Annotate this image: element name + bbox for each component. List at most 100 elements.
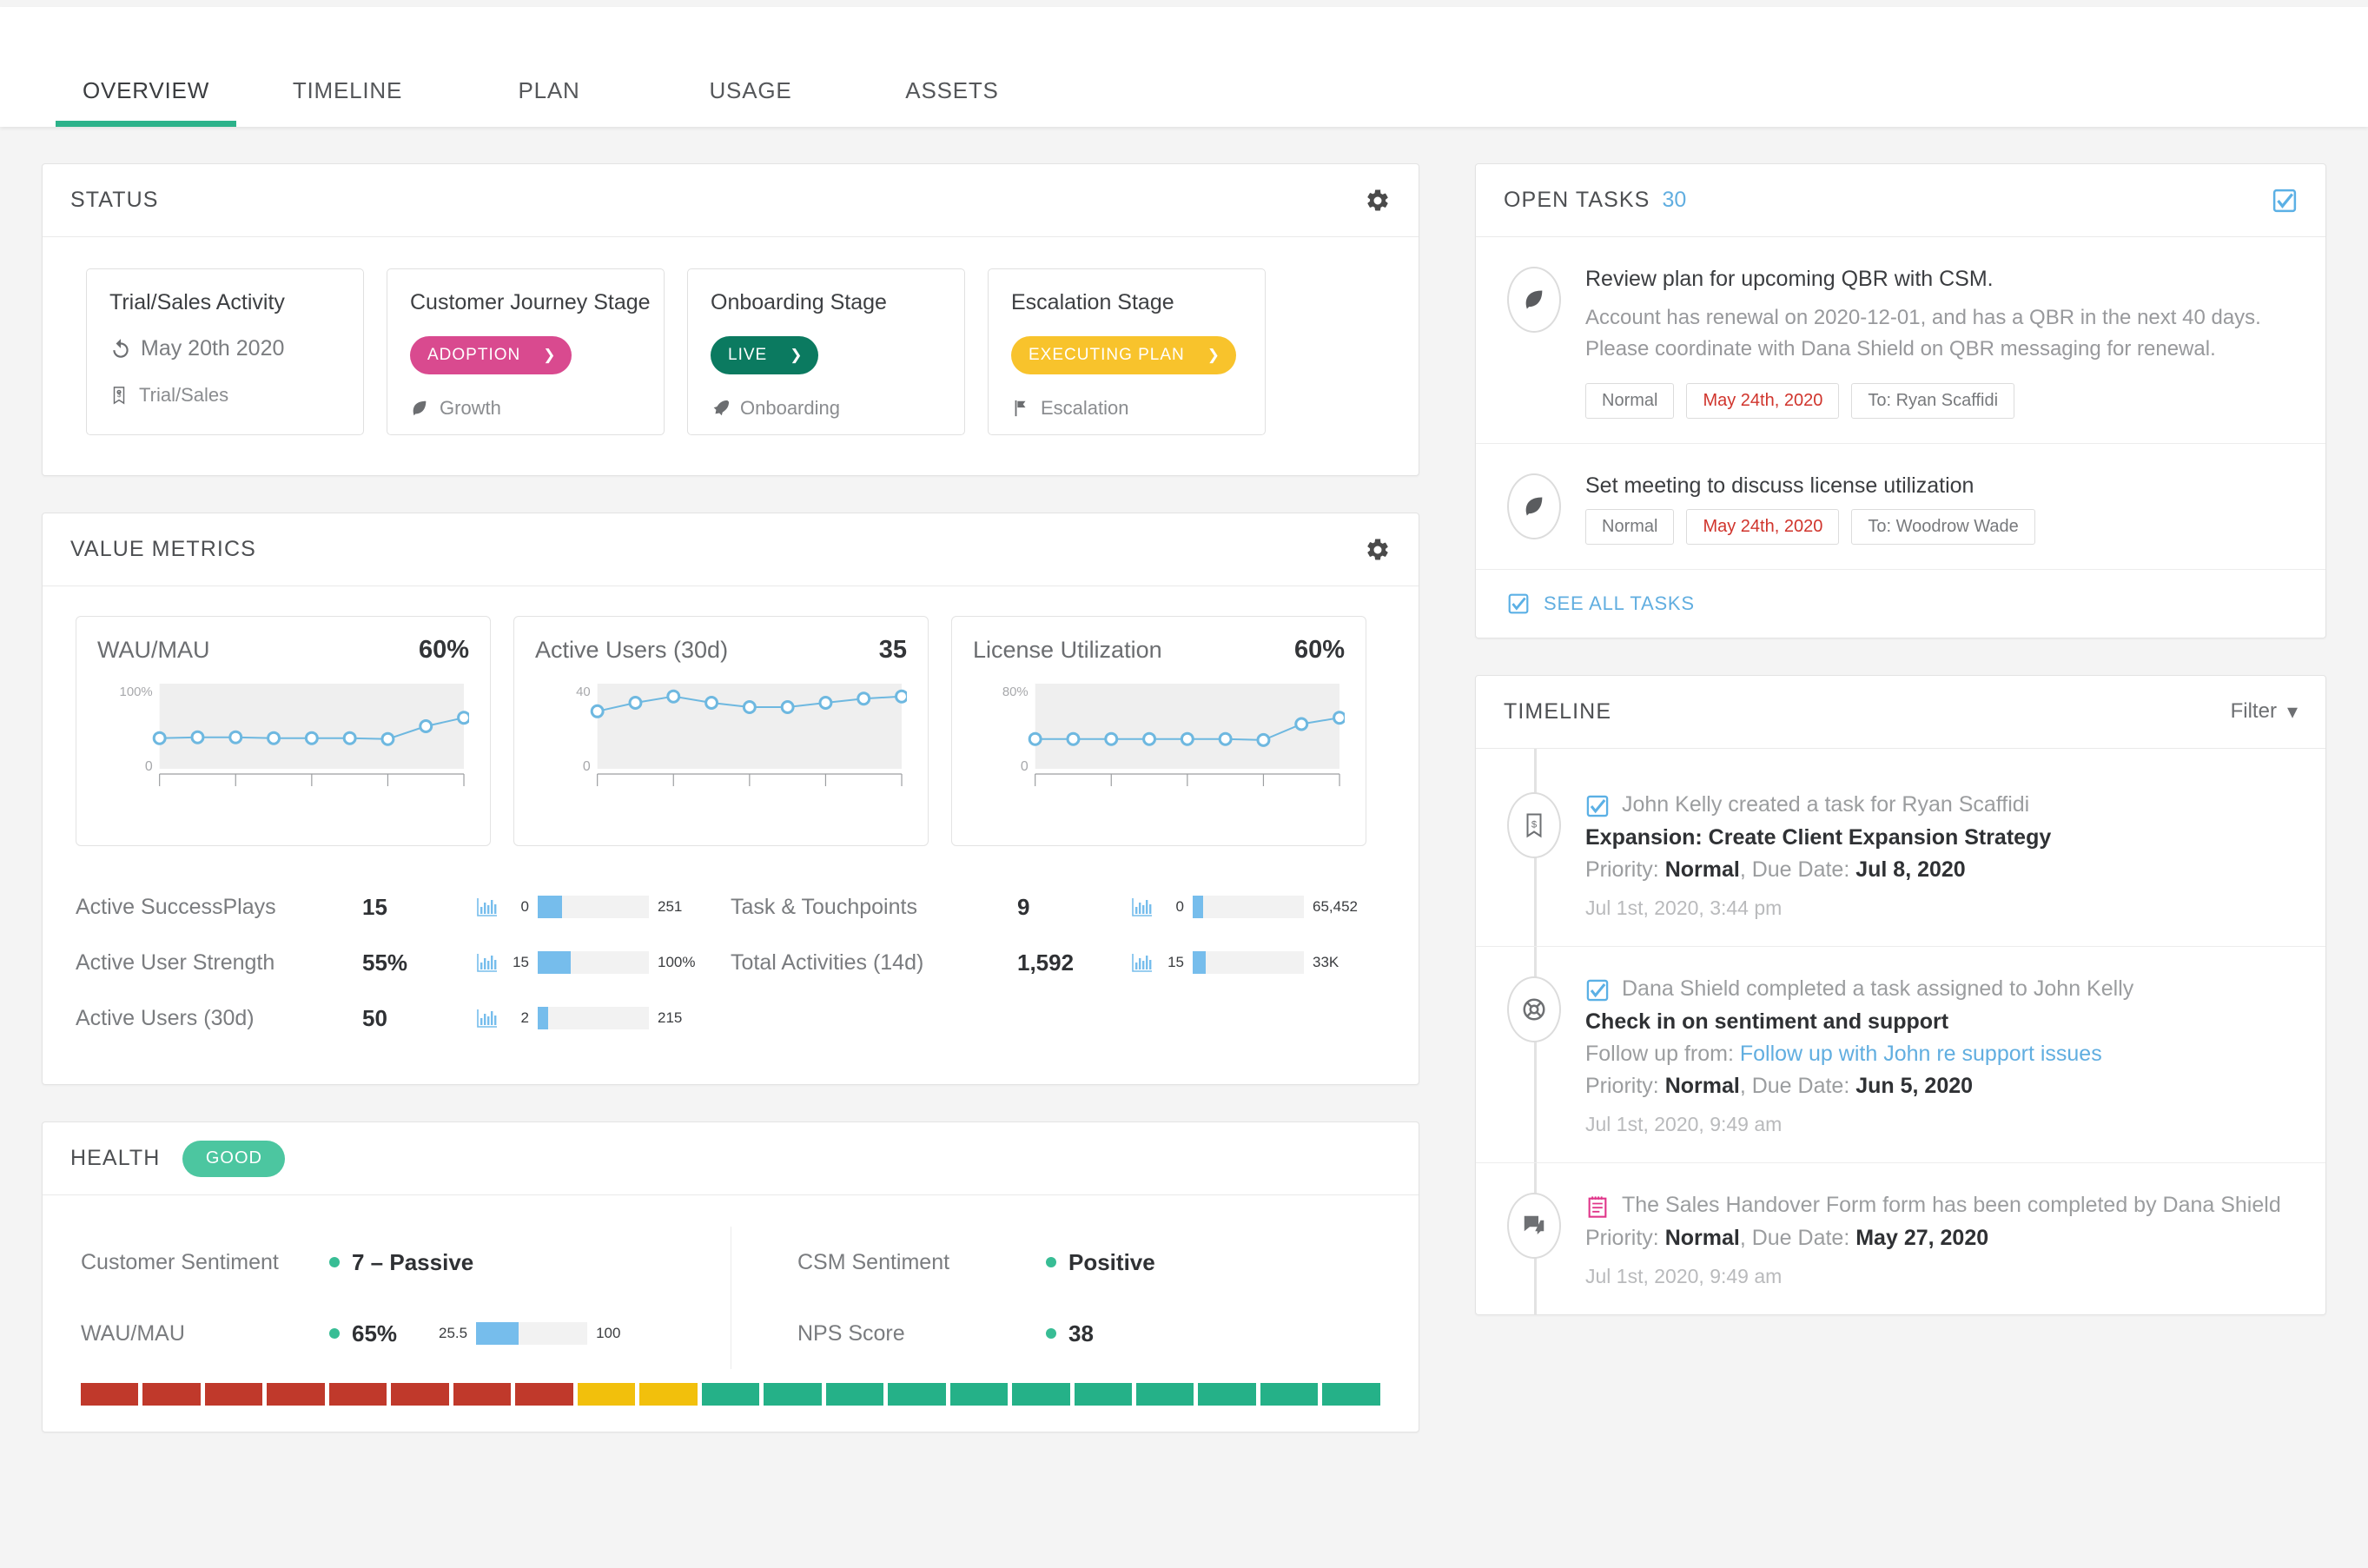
customer-journey-stage-dropdown[interactable]: ADOPTION ❯	[410, 336, 572, 374]
timeline-item-content: The Sales Handover Form form has been co…	[1585, 1193, 2294, 1288]
value-metrics-charts: WAU/MAU 60% 100% 0 Active Users (30d) 35 …	[76, 616, 1386, 846]
health-row-customer-sentiment: Customer Sentiment 7 – Passive	[81, 1227, 731, 1298]
bar-chart-icon[interactable]	[477, 1009, 498, 1028]
gear-icon[interactable]	[1365, 188, 1391, 214]
chevron-down-icon: ❯	[1207, 347, 1221, 363]
main-tabbar: OVERVIEW TIMELINE PLAN USAGE ASSETS	[0, 7, 2368, 127]
timeline-item[interactable]: $ John Kelly created a task for Ryan Scaf…	[1476, 763, 2325, 946]
value-metrics-body: WAU/MAU 60% 100% 0 Active Users (30d) 35 …	[43, 586, 1419, 1084]
task-description: Account has renewal on 2020-12-01, and h…	[1585, 306, 2261, 361]
svg-text:0: 0	[583, 759, 591, 774]
status-cards: Trial/Sales Activity May 20th 2020 $ Tri…	[43, 237, 1419, 475]
metric-gauge: 15 100%	[477, 951, 695, 974]
tab-usage[interactable]: USAGE	[650, 77, 851, 127]
chart-plot: 80% 0	[973, 672, 1345, 802]
status-card-onboarding: Onboarding Stage LIVE ❯ Onboarding	[687, 268, 965, 435]
tab-assets[interactable]: ASSETS	[851, 77, 1053, 127]
leaf-icon	[1507, 267, 1561, 333]
status-panel: STATUS Trial/Sales Activity May 20th 202…	[42, 163, 1419, 476]
pill-label: LIVE	[728, 346, 768, 364]
svg-text:0: 0	[145, 759, 153, 774]
value-metrics-panel: VALUE METRICS WAU/MAU 60% 100% 0 Active …	[42, 513, 1419, 1085]
health-row-wau-mau: WAU/MAU 65% 25.5 100	[81, 1298, 731, 1369]
timeline-item[interactable]: The Sales Handover Form form has been co…	[1476, 1161, 2325, 1314]
gauge-fill	[476, 1322, 519, 1345]
metric-value: 9	[1017, 893, 1030, 920]
timeline-item-priority: Normal	[1664, 1073, 1740, 1098]
health-column-left: Customer Sentiment 7 – Passive WAU/MAU 6…	[81, 1227, 731, 1369]
chart-active-users: Active Users (30d) 35 40 0	[513, 616, 929, 846]
health-row-value: Positive	[1068, 1248, 1155, 1275]
svg-text:$: $	[117, 391, 122, 399]
health-row-nps-score: NPS Score 38	[797, 1298, 1380, 1369]
health-bar-segment	[515, 1383, 573, 1406]
bar-chart-icon[interactable]	[1132, 953, 1153, 972]
tab-timeline[interactable]: TIMELINE	[247, 77, 448, 127]
tab-active-underline	[56, 121, 236, 127]
status-card-value-text: May 20th 2020	[141, 336, 285, 361]
chart-header: WAU/MAU 60%	[97, 636, 469, 665]
bar-chart-icon[interactable]	[477, 953, 498, 972]
lifebuoy-icon	[1507, 976, 1561, 1042]
followup-link[interactable]: Follow up with John re support issues	[1740, 1042, 2102, 1066]
onboarding-stage-dropdown[interactable]: LIVE ❯	[711, 336, 819, 374]
chart-title: WAU/MAU	[97, 637, 210, 663]
timeline-item-actor-text: The Sales Handover Form form has been co…	[1622, 1192, 2281, 1217]
health-bar-segment	[391, 1383, 449, 1406]
metric-label: Total Activities (14d)	[731, 949, 924, 975]
status-card-title: Onboarding Stage	[711, 290, 887, 314]
health-body: Customer Sentiment 7 – Passive WAU/MAU 6…	[43, 1195, 1419, 1432]
tab-usage-label: USAGE	[709, 77, 792, 103]
task-item[interactable]: Review plan for upcoming QBR with CSM. Ac…	[1476, 237, 2325, 444]
tab-plan[interactable]: PLAN	[448, 77, 650, 127]
gear-icon[interactable]	[1365, 537, 1391, 563]
health-row-label: Customer Sentiment	[81, 1249, 279, 1274]
open-tasks-panel: OPEN TASKS 30 Review plan for upcoming Q…	[1475, 163, 2326, 638]
status-card-customer-journey: Customer Journey Stage ADOPTION ❯ Growth	[387, 268, 665, 435]
escalation-stage-dropdown[interactable]: EXECUTING PLAN ❯	[1011, 336, 1237, 374]
see-all-tasks-link[interactable]: SEE ALL TASKS	[1476, 568, 2325, 638]
timeline-item-headline: Dana Shield completed a task assigned to…	[1585, 976, 2294, 1002]
health-row-label: CSM Sentiment	[797, 1249, 950, 1274]
gauge-max: 215	[658, 1009, 683, 1026]
gauge-track	[538, 951, 649, 974]
health-row-gauge: 25.5 100	[439, 1322, 631, 1345]
tab-overview-label: OVERVIEW	[82, 77, 210, 103]
tab-overview[interactable]: OVERVIEW	[45, 77, 247, 127]
metric-label: Task & Touchpoints	[731, 894, 917, 919]
metric-value: 15	[362, 893, 387, 920]
health-panel: HEALTH GOOD Customer Sentiment 7 – Passi…	[42, 1121, 1419, 1432]
price-tag-icon: $	[109, 386, 129, 405]
status-card-foot-label: Onboarding	[740, 397, 840, 419]
timeline-filter-dropdown[interactable]: Filter ▾	[2231, 699, 2298, 724]
health-bar-segment	[949, 1383, 1009, 1406]
chart-value: 60%	[1293, 636, 1345, 664]
checkbox-icon[interactable]	[2272, 188, 2298, 214]
bar-chart-icon[interactable]	[1132, 897, 1153, 916]
checkbox-icon	[1585, 978, 1610, 1002]
chart-wau-mau: WAU/MAU 60% 100% 0	[76, 616, 491, 846]
timeline-item-priority: Normal	[1664, 857, 1740, 882]
metric-gauge: 2 215	[477, 1007, 692, 1029]
chevron-down-icon: ❯	[790, 347, 804, 363]
open-tasks-list: Review plan for upcoming QBR with CSM. Ac…	[1476, 237, 2325, 569]
gauge-max: 100%	[658, 954, 696, 970]
status-header: STATUS	[43, 164, 1419, 237]
tab-plan-label: PLAN	[518, 77, 580, 103]
chart-title: License Utilization	[973, 637, 1162, 663]
metric-value: 1,592	[1017, 949, 1075, 976]
pill-label: EXECUTING PLAN	[1029, 346, 1185, 364]
gauge-fill	[1193, 951, 1207, 974]
timeline-item-followup: Follow up from: Follow up with John re s…	[1585, 1042, 2294, 1067]
task-item[interactable]: Set meeting to discuss license utilizati…	[1476, 444, 2325, 569]
gauge-track	[538, 896, 649, 918]
status-dot-icon	[1046, 1257, 1056, 1267]
chart-header: Active Users (30d) 35	[535, 636, 907, 665]
gauge-track	[538, 1007, 649, 1029]
timeline-item[interactable]: Dana Shield completed a task assigned to…	[1476, 945, 2325, 1162]
followup-prefix: Follow up from:	[1585, 1041, 1740, 1066]
metric-row: Task & Touchpoints 9 0 65,452	[731, 879, 1386, 935]
status-dot-icon	[1046, 1328, 1056, 1339]
left-column: STATUS Trial/Sales Activity May 20th 202…	[42, 163, 1419, 1469]
bar-chart-icon[interactable]	[477, 897, 498, 916]
